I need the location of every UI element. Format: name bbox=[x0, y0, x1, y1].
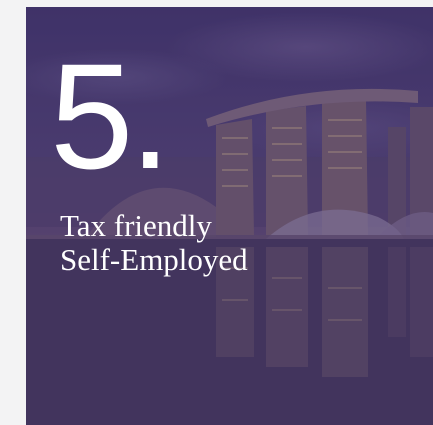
card-title: Tax friendly Self-Employed bbox=[60, 209, 400, 277]
card-title-line-1: Tax friendly bbox=[60, 208, 212, 243]
feature-card[interactable]: 5. Tax friendly Self-Employed bbox=[26, 7, 433, 425]
card-title-line-2: Self-Employed bbox=[60, 242, 248, 277]
step-number: 5. bbox=[50, 32, 171, 200]
